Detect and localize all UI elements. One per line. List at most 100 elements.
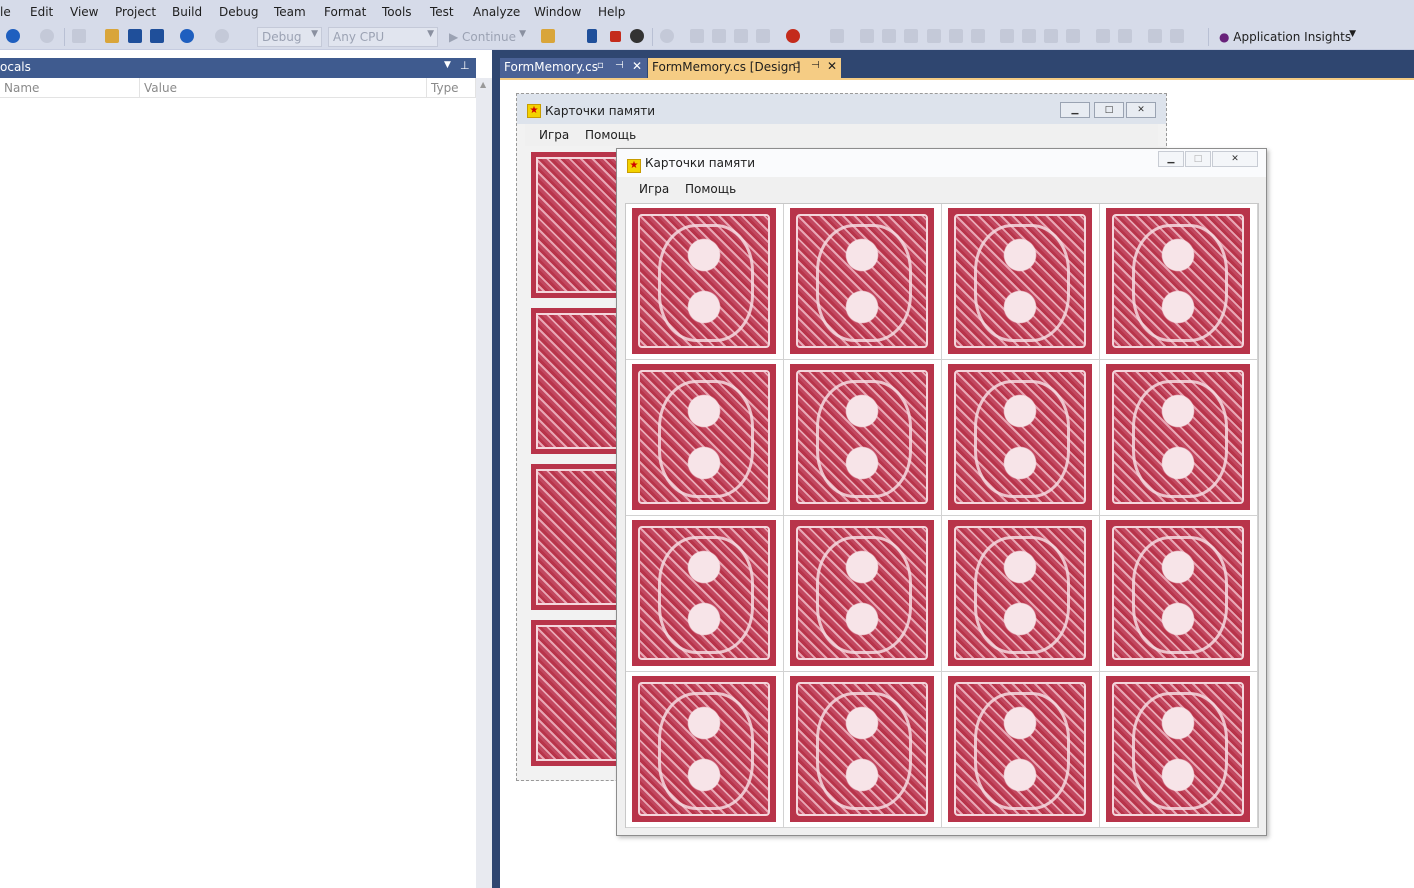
card-grid <box>625 203 1259 828</box>
new-project-icon[interactable] <box>72 29 86 43</box>
column-header-name[interactable]: Name <box>0 78 140 98</box>
menu-edit[interactable]: Edit <box>30 5 53 19</box>
align-lefts-icon[interactable] <box>860 29 874 43</box>
menu-file[interactable]: le <box>0 5 11 19</box>
menu-help-ru[interactable]: Помощь <box>685 182 736 196</box>
make-same-size-icon[interactable] <box>1044 29 1058 43</box>
bring-to-front-icon[interactable] <box>1148 29 1162 43</box>
align-middles-icon[interactable] <box>949 29 963 43</box>
tab-formmemory-cs[interactable]: FormMemory.cs ▫ ⊣ ✕ <box>500 58 647 78</box>
align-centers-icon[interactable] <box>882 29 896 43</box>
card-back-picture[interactable] <box>790 520 934 666</box>
menu-help[interactable]: Help <box>598 5 625 19</box>
menu-help-ru[interactable]: Помощь <box>585 128 636 142</box>
pin-icon[interactable]: ⊥ <box>460 59 470 72</box>
send-to-back-icon[interactable] <box>1170 29 1184 43</box>
lock-icon: ▫ <box>597 60 604 71</box>
find-icon[interactable] <box>541 29 555 43</box>
application-insights-button[interactable]: ● Application Insights ▼ <box>1214 27 1360 47</box>
scroll-up-icon[interactable]: ▲ <box>480 80 486 89</box>
menu-game[interactable]: Игра <box>639 182 669 196</box>
card-back-picture[interactable] <box>948 520 1092 666</box>
menu-format[interactable]: Format <box>324 5 366 19</box>
card-picture[interactable] <box>531 620 616 766</box>
step-over-icon[interactable] <box>712 29 726 43</box>
close-icon[interactable]: ✕ <box>827 59 837 73</box>
platform-select[interactable]: Any CPU ▼ <box>328 27 438 47</box>
continue-button[interactable]: ▶ Continue ▼ <box>444 27 530 47</box>
vertical-spacing-icon[interactable] <box>1118 29 1132 43</box>
make-same-height-icon[interactable] <box>1022 29 1036 43</box>
card-back-picture[interactable] <box>1106 520 1250 666</box>
close-icon[interactable]: ✕ <box>1126 102 1156 118</box>
step-into-icon[interactable] <box>690 29 704 43</box>
close-icon[interactable]: ✕ <box>1212 151 1258 167</box>
align-tops-icon[interactable] <box>927 29 941 43</box>
column-header-type[interactable]: Type <box>427 78 476 98</box>
card-back-picture[interactable] <box>790 208 934 354</box>
pause-icon[interactable] <box>587 29 597 43</box>
card-back-picture[interactable] <box>1106 676 1250 822</box>
open-folder-icon[interactable] <box>105 29 119 43</box>
menu-game[interactable]: Игра <box>539 128 569 142</box>
horizontal-spacing-icon[interactable] <box>1096 29 1110 43</box>
card-back-picture[interactable] <box>632 364 776 510</box>
chevron-down-icon: ▼ <box>1349 29 1356 39</box>
stop-icon[interactable] <box>610 31 621 42</box>
forward-icon[interactable] <box>40 29 54 43</box>
align-bottoms-icon[interactable] <box>971 29 985 43</box>
minimize-icon[interactable]: ▁ <box>1158 151 1184 167</box>
card-back-picture[interactable] <box>1106 364 1250 510</box>
maximize-icon[interactable]: □ <box>1094 102 1124 118</box>
align-grid-icon[interactable] <box>830 29 844 43</box>
menu-view[interactable]: View <box>70 5 98 19</box>
running-form[interactable]: ★ Карточки памяти ▁ □ ✕ Игра Помощь <box>616 148 1267 836</box>
pane-splitter[interactable] <box>492 50 500 888</box>
back-icon[interactable] <box>6 29 20 43</box>
menu-build[interactable]: Build <box>172 5 202 19</box>
menu-window[interactable]: Window <box>534 5 581 19</box>
size-to-grid-icon[interactable] <box>1066 29 1080 43</box>
menu-project[interactable]: Project <box>115 5 156 19</box>
pin-icon[interactable]: ⊣ <box>615 60 624 71</box>
column-header-value[interactable]: Value <box>140 78 427 98</box>
locals-scrollbar[interactable]: ▲ <box>476 78 492 888</box>
menu-debug[interactable]: Debug <box>219 5 258 19</box>
maximize-icon[interactable]: □ <box>1185 151 1211 167</box>
pin-icon[interactable]: ⊣ <box>811 60 820 71</box>
save-all-icon[interactable] <box>150 29 164 43</box>
show-next-statement-icon[interactable] <box>660 29 674 43</box>
make-same-width-icon[interactable] <box>1000 29 1014 43</box>
restart-icon[interactable] <box>630 29 644 43</box>
undo-icon[interactable] <box>180 29 194 43</box>
close-icon[interactable]: ✕ <box>476 58 487 73</box>
card-picture[interactable] <box>531 464 616 610</box>
card-cell <box>626 672 784 828</box>
menu-team[interactable]: Team <box>274 5 306 19</box>
card-back-picture[interactable] <box>632 208 776 354</box>
card-back-picture[interactable] <box>948 208 1092 354</box>
align-rights-icon[interactable] <box>904 29 918 43</box>
close-icon[interactable]: ✕ <box>632 59 642 73</box>
card-back-picture[interactable] <box>632 520 776 666</box>
card-picture[interactable] <box>531 308 616 454</box>
minimize-icon[interactable]: ▁ <box>1060 102 1090 118</box>
menu-test[interactable]: Test <box>430 5 454 19</box>
card-back-picture[interactable] <box>790 364 934 510</box>
menu-analyze[interactable]: Analyze <box>473 5 520 19</box>
step-out-icon[interactable] <box>734 29 748 43</box>
card-back-picture[interactable] <box>632 676 776 822</box>
card-back-picture[interactable] <box>948 676 1092 822</box>
config-select[interactable]: Debug ▼ <box>257 27 322 47</box>
step-back-icon[interactable] <box>756 29 770 43</box>
card-back-picture[interactable] <box>790 676 934 822</box>
card-back-picture[interactable] <box>948 364 1092 510</box>
breakpoint-icon[interactable] <box>786 29 800 43</box>
tab-formmemory-design[interactable]: FormMemory.cs [Design] ▫ ⊣ ✕ <box>648 58 841 78</box>
menu-tools[interactable]: Tools <box>382 5 412 19</box>
redo-icon[interactable] <box>215 29 229 43</box>
dropdown-icon[interactable]: ▼ <box>444 60 451 70</box>
save-icon[interactable] <box>128 29 142 43</box>
card-picture[interactable] <box>531 152 616 298</box>
card-back-picture[interactable] <box>1106 208 1250 354</box>
